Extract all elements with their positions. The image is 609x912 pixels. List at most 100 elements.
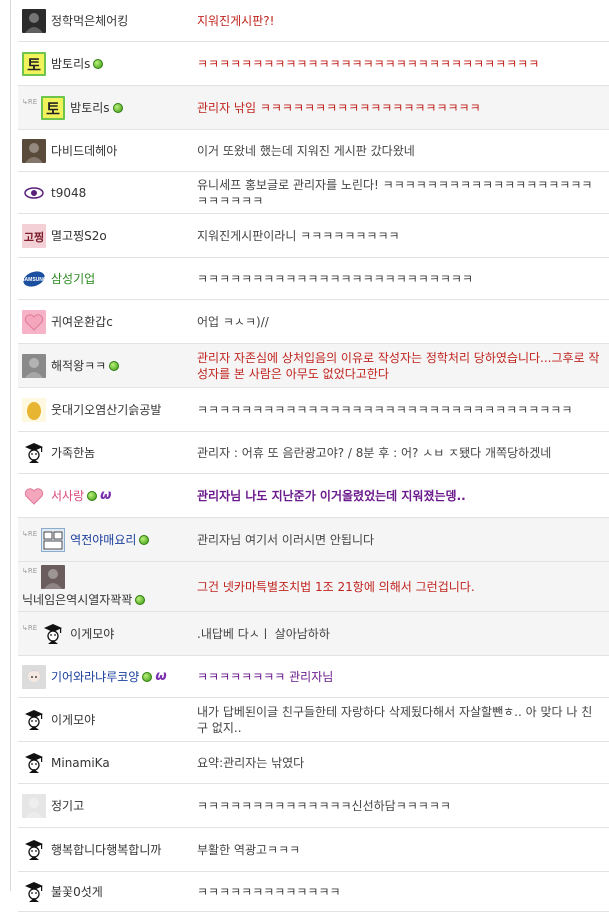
comment-author: 행복합니다행복합니까 xyxy=(18,838,189,862)
author-nickname[interactable]: 귀여운환갑c xyxy=(51,313,113,330)
comment-text: ㅋㅋㅋㅋㅋㅋㅋㅋㅋㅋㅋㅋㅋㅋㅋㅋㅋㅋㅋㅋㅋㅋㅋㅋㅋㅋㅋㅋㅋㅋㅋㅋㅋㅋ xyxy=(197,402,573,417)
comment-row: 불꽃0섯게 ㅋㅋㅋㅋㅋㅋㅋㅋㅋㅋㅋㅋㅋ xyxy=(18,872,609,912)
online-status-icon xyxy=(93,58,104,69)
comment-text: 요약:관리자는 낚였다 xyxy=(197,755,305,770)
comment-text: ㅋㅋㅋㅋㅋㅋㅋㅋㅋㅋㅋㅋㅋ xyxy=(197,884,341,899)
member-badge-icon: ω xyxy=(155,669,167,684)
samsung-logo-icon[interactable]: SAMSUNG xyxy=(22,267,46,291)
heart-icon[interactable] xyxy=(22,483,46,508)
graduate-icon[interactable] xyxy=(22,838,46,862)
author-nickname[interactable]: 역전야매요리 xyxy=(70,531,136,548)
comment-text: ㅋㅋㅋㅋㅋㅋㅋㅋㅋㅋㅋㅋㅋㅋㅋㅋㅋㅋㅋㅋㅋㅋㅋㅋㅋㅋㅋㅋㅋㅋㅋ xyxy=(197,56,540,71)
comment-row: 고찡 멸고찡S2o 지워진게시판이라니 ㅋㅋㅋㅋㅋㅋㅋㅋㅋ xyxy=(18,214,609,258)
comment-author: ↳RE 이게모야 xyxy=(18,622,189,646)
comment-author: 불꽃0섯게 xyxy=(18,880,189,904)
comment-author: 귀여운환갑c xyxy=(18,309,189,334)
comment-author: 정학먹은체어킹 xyxy=(18,8,189,33)
online-status-icon xyxy=(135,594,146,605)
member-badge-icon: ω xyxy=(100,488,112,503)
comment-row: 토 밤토리s ㅋㅋㅋㅋㅋㅋㅋㅋㅋㅋㅋㅋㅋㅋㅋㅋㅋㅋㅋㅋㅋㅋㅋㅋㅋㅋㅋㅋㅋㅋㅋ xyxy=(18,42,609,86)
comment-row: SAMSUNG 삼성기업 ㅋㅋㅋㅋㅋㅋㅋㅋㅋㅋㅋㅋㅋㅋㅋㅋㅋㅋㅋㅋㅋㅋㅋㅋㅋ xyxy=(18,258,609,300)
author-nickname[interactable]: 웃대기오염산기슭공발 xyxy=(51,401,161,418)
comment-text: 어업 ㅋㅅㅋ)// xyxy=(197,314,269,329)
reply-arrow-icon: ↳RE xyxy=(22,97,38,106)
author-nickname[interactable]: 밤토리s xyxy=(51,55,90,72)
comment-row: 정학먹은체어킹 지워진게시판?! xyxy=(18,0,609,42)
svg-text:SAMSUNG: SAMSUNG xyxy=(22,277,46,283)
author-nickname[interactable]: 이게모야 xyxy=(51,711,95,728)
comment-author: ↳RE 닉네임은역시열자꽉꽉 xyxy=(18,565,189,608)
comment-author: 정기고 xyxy=(18,793,189,818)
comment-text: 관리자님 여기서 이러시면 안됩니다 xyxy=(197,532,375,547)
anime-icon[interactable] xyxy=(22,664,46,689)
reply-arrow-icon: ↳RE xyxy=(22,529,38,538)
online-status-icon xyxy=(109,360,120,371)
author-nickname[interactable]: MinamiKa xyxy=(51,756,110,770)
author-nickname[interactable]: 닉네임은역시열자꽉꽉 xyxy=(22,591,132,608)
photo-icon[interactable] xyxy=(22,138,46,163)
comment-author: 다비드데헤아 xyxy=(18,138,189,163)
author-nickname[interactable]: 기어와라냐루코양 xyxy=(51,668,139,685)
comment-row: ↳RE 역전야매요리 관리자님 여기서 이러시면 안됩니다 xyxy=(18,518,609,562)
comment-row: 가족한놈 관리자 : 어휴 또 음란광고야? / 8분 후 : 어? ㅅㅂ ㅈ됐다… xyxy=(18,432,609,474)
author-nickname[interactable]: 멸고찡S2o xyxy=(51,227,107,244)
author-nickname[interactable]: 삼성기업 xyxy=(51,270,95,287)
author-nickname[interactable]: 행복합니다행복합니까 xyxy=(51,841,161,858)
comment-text: 관리자 : 어휴 또 음란광고야? / 8분 후 : 어? ㅅㅂ ㅈ됐다 개쪽당… xyxy=(197,445,552,460)
comment-text: 지워진게시판?! xyxy=(197,13,275,28)
to-character-icon[interactable]: 토 xyxy=(22,51,46,76)
reply-arrow-icon: ↳RE xyxy=(22,623,38,632)
author-nickname[interactable]: 해적왕ㅋㅋ xyxy=(51,357,106,374)
online-status-icon xyxy=(142,671,153,682)
author-nickname[interactable]: 가족한놈 xyxy=(51,444,95,461)
egg-icon[interactable] xyxy=(22,397,46,422)
comment-text: ㅋㅋㅋㅋㅋㅋㅋㅋㅋㅋㅋㅋㅋㅋㅋㅋㅋㅋㅋㅋㅋㅋㅋㅋㅋ xyxy=(197,271,474,286)
author-nickname[interactable]: 밤토리s xyxy=(70,99,109,116)
online-status-icon xyxy=(87,490,98,501)
comment-row: 웃대기오염산기슭공발 ㅋㅋㅋㅋㅋㅋㅋㅋㅋㅋㅋㅋㅋㅋㅋㅋㅋㅋㅋㅋㅋㅋㅋㅋㅋㅋㅋㅋㅋㅋ… xyxy=(18,388,609,432)
comic-icon[interactable] xyxy=(41,527,66,552)
text-logo-icon[interactable]: 고찡 xyxy=(22,223,46,248)
comment-row: 기어와라냐루코양 ω ㅋㅋㅋㅋㅋㅋㅋㅋ 관리자님 xyxy=(18,656,609,698)
author-nickname[interactable]: 정학먹은체어킹 xyxy=(51,12,128,29)
comment-author: MinamiKa xyxy=(18,751,189,775)
photo-icon[interactable] xyxy=(41,565,66,589)
author-nickname[interactable]: t9048 xyxy=(51,186,86,200)
comment-author: 해적왕ㅋㅋ xyxy=(18,353,189,378)
eye-icon[interactable] xyxy=(22,181,46,205)
comment-text: 지워진게시판이라니 ㅋㅋㅋㅋㅋㅋㅋㅋㅋ xyxy=(197,228,400,243)
comment-author: ↳RE 역전야매요리 xyxy=(18,527,189,552)
comment-text: 관리자님 나도 지난준가 이거올렸었는데 지워졌는뎅.. xyxy=(197,488,466,503)
photo-icon[interactable] xyxy=(22,353,46,378)
photo-icon[interactable] xyxy=(22,8,46,33)
graduate-icon[interactable] xyxy=(22,880,46,904)
comment-row: ↳RE 이게모야 .내답베 다ㅅㅣ 살아남하하 xyxy=(18,612,609,656)
comment-row: 귀여운환갑c 어업 ㅋㅅㅋ)// xyxy=(18,300,609,344)
comment-author: SAMSUNG 삼성기업 xyxy=(18,267,189,291)
comment-author: 토 밤토리s xyxy=(18,51,189,76)
comment-text: .내답베 다ㅅㅣ 살아남하하 xyxy=(197,626,330,641)
author-nickname[interactable]: 불꽃0섯게 xyxy=(51,883,103,900)
to-character-icon[interactable]: 토 xyxy=(41,95,66,120)
comment-author: 고찡 멸고찡S2o xyxy=(18,223,189,248)
comment-author: 서사랑 ω xyxy=(18,483,189,508)
comment-row: 다비드데헤아 이거 또왔네 했는데 지워진 게시판 갔다왔네 xyxy=(18,130,609,172)
author-nickname[interactable]: 다비드데헤아 xyxy=(51,142,117,159)
graduate-icon[interactable] xyxy=(22,708,46,732)
photo-icon[interactable] xyxy=(22,793,46,818)
online-status-icon xyxy=(112,102,123,113)
author-nickname[interactable]: 서사랑 xyxy=(51,487,84,504)
comment-row: 서사랑 ω 관리자님 나도 지난준가 이거올렸었는데 지워졌는뎅.. xyxy=(18,474,609,518)
graduate-icon[interactable] xyxy=(22,441,46,465)
comment-text: 관리자 자존심에 상처입음의 이유로 작성자는 정학처리 당하였습니다...그후… xyxy=(197,350,600,381)
graduate-icon[interactable] xyxy=(22,751,46,775)
heart-icon[interactable] xyxy=(22,309,46,334)
graduate-icon[interactable] xyxy=(41,622,65,646)
author-nickname[interactable]: 정기고 xyxy=(51,797,84,814)
comment-text: 부활한 역광고ㅋㅋㅋ xyxy=(197,842,301,857)
comment-author: 기어와라냐루코양 ω xyxy=(18,664,189,689)
author-nickname[interactable]: 이게모야 xyxy=(70,625,114,642)
comment-text: 내가 답베된이글 친구들한테 자랑하다 삭제됬다해서 자살할뺀ㅎ.. 아 맞다 … xyxy=(197,704,593,735)
comment-author: ↳RE 토 밤토리s xyxy=(18,95,189,120)
svg-text:토: 토 xyxy=(46,100,60,118)
